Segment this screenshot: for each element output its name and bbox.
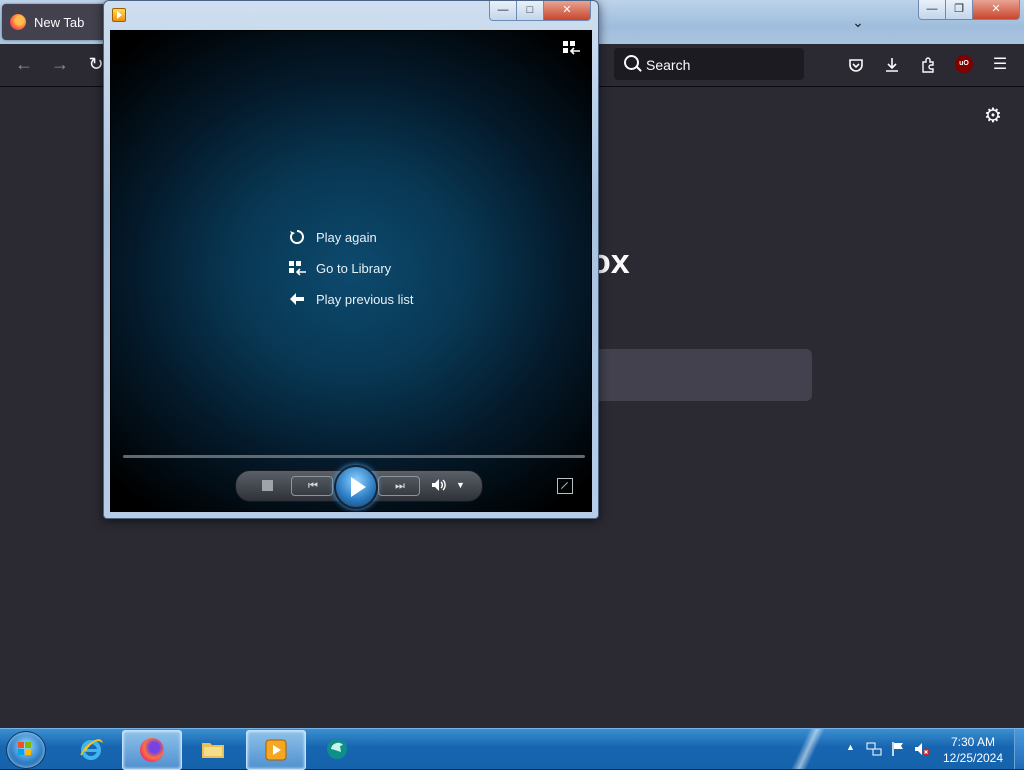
gear-icon[interactable]: ⚙: [982, 105, 1004, 127]
next-button[interactable]: ⏭: [378, 476, 420, 496]
taskbar: ▲ 7:30 AM 12/25/2024: [0, 728, 1024, 770]
seek-bar[interactable]: [123, 455, 585, 458]
search-icon: [624, 55, 639, 70]
clock-date: 12/25/2024: [942, 751, 1004, 765]
now-playing-area: Play again Go to Library Play previous l…: [110, 30, 592, 512]
back-arrow-icon[interactable]: ←: [12, 53, 36, 77]
search-placeholder: Search: [646, 57, 691, 73]
volume-dropdown-icon[interactable]: ▼: [456, 478, 468, 492]
ie-icon: [80, 739, 103, 760]
taskbar-app-ie[interactable]: [62, 730, 120, 768]
network-icon[interactable]: [866, 741, 882, 757]
taskbar-app-pinned[interactable]: [308, 730, 366, 768]
taskbar-glow: [770, 729, 850, 769]
taskbar-app-media-player[interactable]: [246, 730, 306, 770]
volume-icon[interactable]: [431, 477, 449, 495]
ublock-origin-icon[interactable]: uO: [955, 55, 973, 73]
fullscreen-icon[interactable]: [557, 478, 573, 494]
playback-controls: ⏮ ⏭ ▼: [235, 465, 483, 509]
volume-muted-icon[interactable]: [914, 741, 930, 757]
forward-arrow-icon[interactable]: →: [48, 53, 72, 77]
library-icon: [289, 260, 306, 276]
flag-icon[interactable]: [890, 741, 906, 757]
media-player-window: — □ ✕ Play again Go to Library Play prev…: [103, 0, 599, 519]
clock-time: 7:30 AM: [950, 735, 996, 749]
tab-label: New Tab: [34, 15, 85, 30]
previous-button[interactable]: ⏮: [291, 476, 333, 496]
search-input[interactable]: Search: [614, 48, 804, 80]
firefox-icon: [10, 14, 26, 30]
browser-minimize-button[interactable]: —: [918, 0, 946, 20]
hamburger-menu-icon[interactable]: ☰: [988, 53, 1012, 77]
stop-icon[interactable]: [262, 480, 273, 491]
player-close-button[interactable]: ✕: [543, 1, 591, 21]
wmp-icon: [265, 739, 287, 761]
windows-media-player-icon: [112, 8, 126, 22]
pocket-icon[interactable]: [844, 53, 868, 77]
windows-logo-icon: [18, 742, 32, 756]
play-button[interactable]: [334, 465, 378, 509]
taskbar-app-firefox[interactable]: [122, 730, 182, 770]
clock[interactable]: 7:30 AM 12/25/2024: [936, 734, 1010, 766]
switch-to-library-icon[interactable]: [563, 41, 581, 55]
replay-icon: [289, 229, 305, 245]
show-hidden-icons-button[interactable]: ▲: [846, 742, 856, 752]
browser-restore-button[interactable]: ❐: [945, 0, 973, 20]
taskbar-app-explorer[interactable]: [184, 730, 242, 768]
player-minimize-button[interactable]: —: [489, 1, 517, 21]
puzzle-icon[interactable]: [916, 53, 940, 77]
back-arrow-icon: [289, 291, 305, 307]
firefox-icon: [140, 738, 164, 762]
show-desktop-button[interactable]: [1014, 729, 1024, 769]
download-icon[interactable]: [880, 53, 904, 77]
player-maximize-button[interactable]: □: [516, 1, 544, 21]
folder-icon: [202, 743, 224, 758]
list-all-tabs-chevron-icon[interactable]: ⌄: [846, 10, 870, 34]
start-button[interactable]: [6, 731, 46, 769]
app-icon: [327, 739, 347, 759]
browser-close-button[interactable]: ✕: [972, 0, 1020, 20]
